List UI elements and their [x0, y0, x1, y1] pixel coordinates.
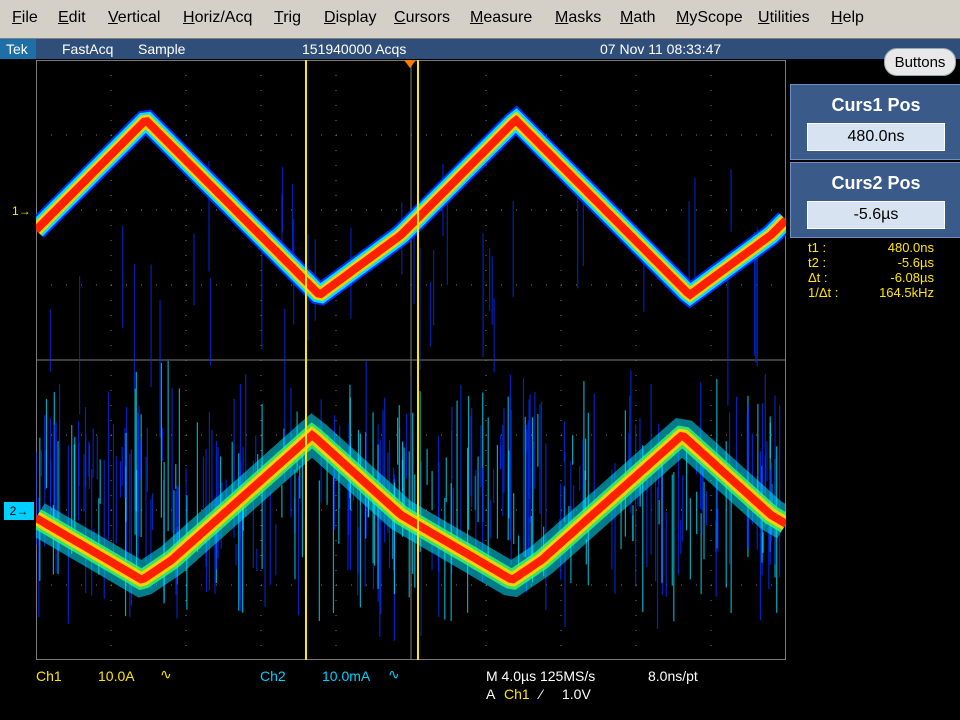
- acq-count: 151940000 Acqs: [302, 41, 407, 57]
- acq-type-label[interactable]: Sample: [138, 41, 185, 57]
- menu-bar: File Edit Vertical Horiz/Acq Trig Display Curs…: [0, 0, 960, 39]
- readout-row: 1/Δt :164.5kHz: [808, 285, 934, 300]
- cursor2-position-field[interactable]: -5.6µs: [807, 201, 945, 229]
- trigger-slope-icon: ⁄: [540, 686, 543, 702]
- menu-utilities[interactable]: Utilities: [758, 9, 810, 27]
- trigger-prefix: A: [486, 686, 496, 702]
- menu-trig[interactable]: Trig: [274, 9, 301, 27]
- cursor1-position-field[interactable]: 480.0ns: [807, 123, 945, 151]
- menu-measure[interactable]: Measure: [470, 9, 532, 27]
- ch1-ground-marker[interactable]: 1→: [12, 204, 31, 218]
- readout-row: t1 :480.0ns: [808, 240, 934, 255]
- readout-row: Δt : -6.08µs: [808, 270, 934, 285]
- menu-cursors[interactable]: Cursors: [394, 9, 450, 27]
- cursor-readout: t1 :480.0ns t2 : -5.6µs Δt : -6.08µs 1/Δt …: [808, 240, 934, 300]
- menu-edit[interactable]: Edit: [58, 9, 86, 27]
- status-bar: Tek FastAcq Sample 151940000 Acqs 07 Nov…: [0, 39, 960, 59]
- readout-row: t2 : -5.6µs: [808, 255, 934, 270]
- menu-file[interactable]: File: [12, 9, 38, 27]
- waveform-graticule: [36, 60, 786, 660]
- acq-mode-label[interactable]: FastAcq: [62, 41, 113, 57]
- cursor2-position-box: Curs2 Pos -5.6µs: [790, 162, 960, 238]
- menu-help[interactable]: Help: [831, 9, 864, 27]
- cursor1-position-box: Curs1 Pos 480.0ns: [790, 84, 960, 160]
- menu-vertical[interactable]: Vertical: [108, 9, 160, 27]
- ch2-label[interactable]: Ch2: [260, 668, 286, 684]
- resolution-readout[interactable]: 8.0ns/pt: [648, 668, 698, 684]
- buttons-button[interactable]: Buttons: [884, 48, 956, 76]
- arrow-right-icon: →: [16, 504, 29, 518]
- ch2-scale[interactable]: 10.0mA: [322, 668, 370, 684]
- cursor1-title: Curs1 Pos: [831, 95, 921, 115]
- menu-myscope[interactable]: MyScope: [676, 9, 743, 27]
- trigger-source[interactable]: Ch1: [504, 686, 530, 702]
- trigger-level[interactable]: 1.0V: [562, 686, 591, 702]
- brand-overlay: Tek: [6, 41, 28, 57]
- trigger-position-marker[interactable]: [404, 60, 416, 68]
- ch2-ground-marker[interactable]: 2 →: [4, 502, 34, 520]
- ch1-scale[interactable]: 10.0A: [98, 668, 135, 684]
- menu-display[interactable]: Display: [324, 9, 376, 27]
- menu-horiz-acq[interactable]: Horiz/Acq: [183, 9, 252, 27]
- datetime: 07 Nov 11 08:33:47: [600, 41, 722, 57]
- ch2-bandwidth-icon: ∿: [388, 666, 400, 682]
- menu-math[interactable]: Math: [620, 9, 656, 27]
- ch1-bandwidth-icon: ∿: [160, 666, 172, 682]
- ch1-label[interactable]: Ch1: [36, 668, 62, 684]
- menu-masks[interactable]: Masks: [555, 9, 601, 27]
- timebase-readout[interactable]: M 4.0µs 125MS/s: [486, 668, 595, 684]
- cursor2-title: Curs2 Pos: [831, 173, 921, 193]
- waveform-display[interactable]: [36, 60, 786, 660]
- arrow-right-icon: →: [18, 204, 31, 218]
- channel-readout-bar: Ch1 10.0A ∿ Ch2 10.0mA ∿ M 4.0µs 125MS/s…: [0, 660, 960, 720]
